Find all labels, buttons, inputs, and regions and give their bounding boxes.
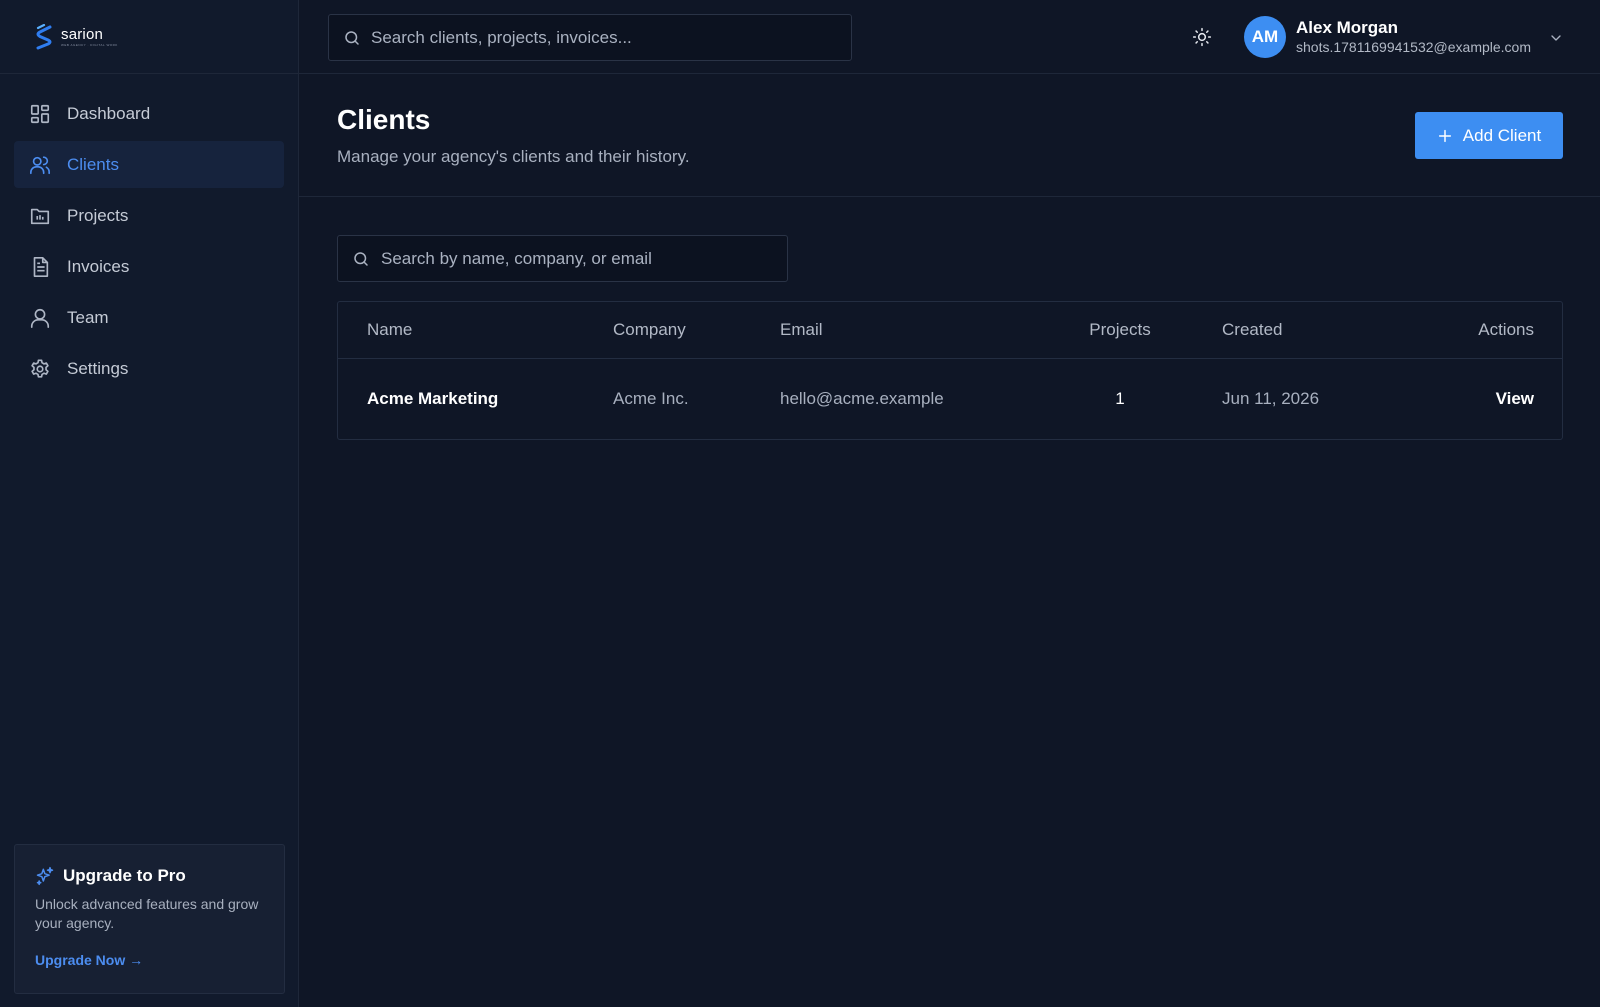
sidebar-item-settings[interactable]: Settings [14, 345, 284, 392]
avatar[interactable]: AM [1244, 16, 1286, 58]
chevron-down-icon[interactable] [1548, 30, 1564, 46]
sidebar-item-label: Dashboard [67, 103, 151, 123]
page-subtitle: Manage your agency's clients and their h… [337, 147, 690, 166]
table-header: Name Company Email Projects Created Acti… [338, 302, 1562, 359]
add-client-button[interactable]: Add Client [1415, 112, 1563, 159]
user-email: shots.1781169941532@example.com [1296, 39, 1531, 55]
sidebar-item-label: Projects [67, 205, 129, 225]
plus-icon [1438, 129, 1451, 142]
column-header-projects: Projects [1089, 320, 1151, 339]
sidebar-item-label: Settings [67, 358, 129, 378]
client-search[interactable] [337, 235, 788, 282]
clients-table: Name Company Email Projects Created Acti… [337, 301, 1563, 440]
table-row[interactable]: Acme Marketing Acme Inc. hello@acme.exam… [338, 359, 1562, 439]
sidebar-item-label: Clients [67, 154, 119, 174]
global-search[interactable] [328, 14, 852, 61]
search-icon [354, 251, 368, 266]
logo-icon [36, 23, 52, 49]
sidebar-item-team[interactable]: Team [14, 294, 284, 341]
global-search-input[interactable] [371, 27, 841, 48]
column-header-created: Created [1222, 320, 1283, 339]
folder-icon [30, 208, 50, 224]
gear-icon [31, 358, 49, 378]
user-menu[interactable]: Alex Morgan shots.1781169941532@example.… [1296, 18, 1531, 56]
upgrade-now-link[interactable]: Upgrade Now → [35, 952, 143, 968]
topbar: AM Alex Morgan shots.1781169941532@examp… [299, 0, 1600, 74]
column-header-email: Email [780, 320, 823, 339]
client-projects-count: 1 [1115, 389, 1125, 408]
client-created-date: Jun 11, 2026 [1222, 389, 1320, 408]
dashboard-icon [30, 104, 50, 123]
page-header: Clients Manage your agency's clients and… [299, 74, 1600, 197]
sidebar-item-dashboard[interactable]: Dashboard [14, 90, 284, 137]
brand-name: sarion [61, 25, 104, 43]
sun-icon[interactable] [1192, 27, 1212, 47]
client-email: hello@acme.example [780, 389, 944, 408]
sidebar-item-projects[interactable]: Projects [14, 192, 284, 239]
client-search-input[interactable] [381, 248, 781, 269]
column-header-company: Company [613, 320, 686, 339]
sidebar-item-label: Team [67, 307, 109, 327]
view-client-button[interactable]: View [1496, 359, 1534, 439]
upgrade-card: Upgrade to Pro Unlock advanced features … [14, 844, 285, 994]
add-client-label: Add Client [1462, 125, 1542, 145]
column-header-actions: Actions [1478, 320, 1534, 339]
user-icon [30, 308, 50, 328]
search-icon [345, 30, 359, 45]
users-icon [30, 155, 50, 174]
upgrade-description: Unlock advanced features and grow your a… [35, 896, 259, 931]
sidebar-nav: Dashboard Clients Projects Invoices Team… [0, 74, 298, 392]
sidebar-item-invoices[interactable]: Invoices [14, 243, 284, 290]
user-name: Alex Morgan [1296, 18, 1399, 37]
column-header-name: Name [367, 320, 413, 339]
sidebar: sarion WEB AGENCY · DIGITAL WORK Dashboa… [0, 0, 299, 1007]
sparkles-icon [36, 866, 54, 886]
sidebar-item-label: Invoices [67, 256, 130, 276]
brand-tagline: WEB AGENCY · DIGITAL WORK [61, 42, 118, 47]
client-company: Acme Inc. [613, 389, 689, 408]
upgrade-title: Upgrade to Pro [63, 866, 186, 885]
brand-logo[interactable]: sarion WEB AGENCY · DIGITAL WORK [0, 0, 298, 74]
page-title: Clients [337, 104, 431, 135]
invoice-icon [33, 256, 49, 277]
sidebar-item-clients[interactable]: Clients [14, 141, 284, 188]
client-name[interactable]: Acme Marketing [367, 359, 498, 439]
